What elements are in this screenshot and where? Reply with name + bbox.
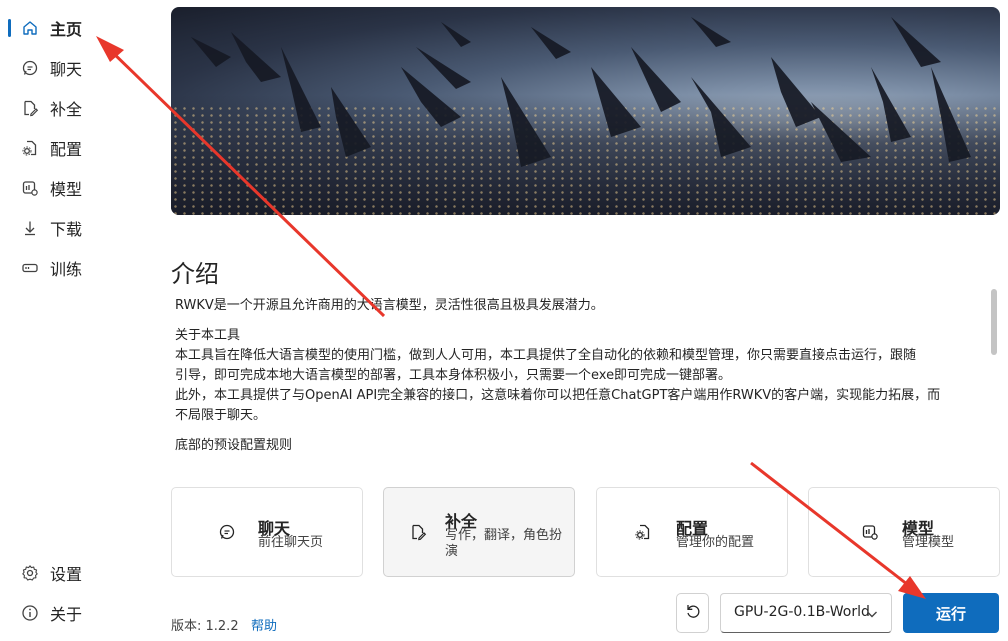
sidebar-item-settings[interactable]: 设置 [0,555,150,591]
intro-preset-note: 底部的预设配置规则 [175,438,293,453]
sidebar-item-label: 设置 [50,565,83,584]
sidebar-item-label: 下载 [50,220,83,239]
intro-paragraph: 引导，即可完成本地大语言模型的部署，工具本身体积极小，只需要一个exe即可完成一… [175,368,732,383]
card-desc: 写作，翻译，角色扮演 [445,528,563,559]
banner-image [171,7,1000,215]
model-config-select[interactable]: GPU-2G-0.1B-World [720,593,892,633]
card-config[interactable]: 配置 管理你的配置 [596,487,788,577]
document-settings-icon [21,139,39,157]
sidebar-item-completion[interactable]: 补全 [0,90,150,126]
chat-icon [217,522,237,542]
intro-paragraph: RWKV是一个开源且允许商用的大语言模型，灵活性很高且极具发展潜力。 [175,298,604,313]
sidebar-item-label: 训练 [50,260,83,279]
card-completion[interactable]: 补全 写作，翻译，角色扮演 [383,487,575,577]
card-desc: 管理模型 [902,535,955,550]
model-icon [21,179,39,197]
intro-paragraph: 此外，本工具提供了与OpenAI API完全兼容的接口，这意味着你可以把任意Ch… [175,388,941,403]
sidebar-item-train[interactable]: 训练 [0,250,150,286]
reset-config-button[interactable] [676,593,709,633]
sidebar: 主页 聊天 补全 配置 模型 下载 训练 设置 关于 [0,0,150,641]
sidebar-item-config[interactable]: 配置 [0,130,150,166]
sidebar-item-label: 补全 [50,100,83,119]
chevron-down-icon [865,607,879,626]
active-indicator [8,19,11,37]
home-icon [21,19,39,37]
chat-icon [21,59,39,77]
document-settings-icon [633,522,653,542]
intro-title: 介绍 [171,260,219,288]
sidebar-item-home[interactable]: 主页 [0,10,150,46]
sidebar-item-models[interactable]: 模型 [0,170,150,206]
gear-icon [21,564,39,582]
help-link[interactable]: 帮助 [251,615,277,634]
intro-paragraph: 不局限于聊天。 [175,408,267,423]
run-button[interactable]: 运行 [903,593,999,633]
intro-about-heading: 关于本工具 [175,328,241,343]
model-config-value: GPU-2G-0.1B-World [734,604,870,620]
banner-crows [191,17,971,167]
scrollbar[interactable] [991,289,997,355]
sidebar-item-label: 聊天 [50,60,83,79]
model-icon [860,522,880,542]
card-models[interactable]: 模型 管理模型 [808,487,1000,577]
sidebar-item-about[interactable]: 关于 [0,595,150,631]
sidebar-item-label: 配置 [50,140,83,159]
info-icon [21,604,39,622]
document-edit-icon [21,99,39,117]
reset-icon [684,602,702,625]
train-icon [21,259,39,277]
intro-paragraph: 本工具旨在降低大语言模型的使用门槛，做到人人可用，本工具提供了全自动化的依赖和模… [175,348,917,363]
sidebar-item-label: 关于 [50,605,83,624]
sidebar-item-chat[interactable]: 聊天 [0,50,150,86]
card-desc: 前往聊天页 [258,535,324,550]
sidebar-item-label: 主页 [50,20,83,39]
version-label: 版本: 1.2.2 [171,619,239,634]
document-edit-icon [408,522,428,542]
sidebar-item-download[interactable]: 下载 [0,210,150,246]
card-desc: 管理你的配置 [676,535,755,550]
download-icon [21,219,39,237]
card-chat[interactable]: 聊天 前往聊天页 [171,487,363,577]
sidebar-item-label: 模型 [50,180,83,199]
